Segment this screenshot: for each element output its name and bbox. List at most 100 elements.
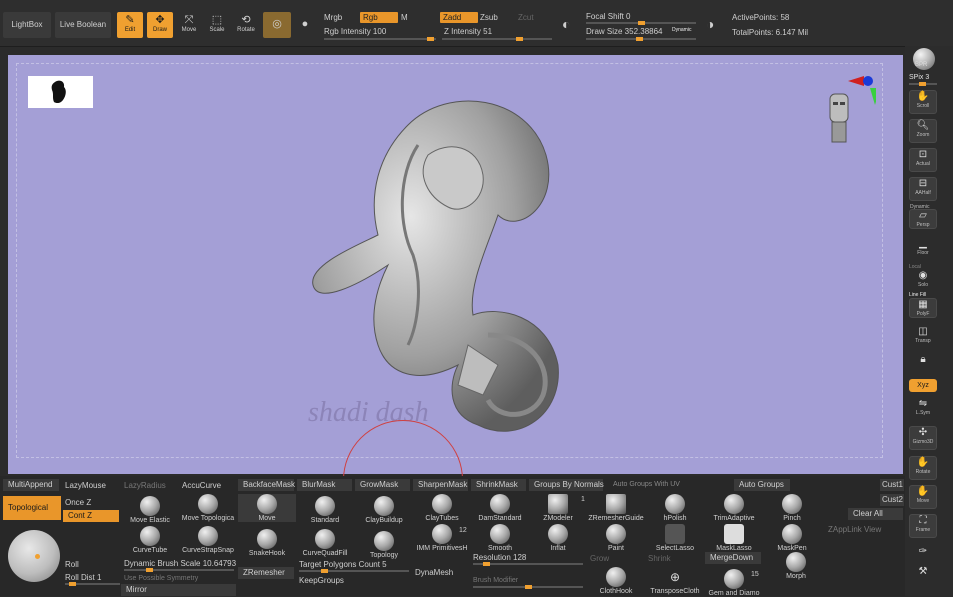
- brush-gem-and-diamond[interactable]: Gem and Diamo: [705, 569, 763, 597]
- lock-button[interactable]: 🔒︎: [909, 354, 937, 372]
- cont-z-toggle[interactable]: Cont Z: [63, 510, 119, 522]
- actual-button[interactable]: ⊡ Actual: [909, 148, 937, 172]
- rgb-intensity-slider[interactable]: [324, 37, 436, 41]
- move-mode-button[interactable]: ⤧ Move: [177, 12, 201, 38]
- tools-button[interactable]: ⚒: [909, 566, 937, 582]
- solo-button[interactable]: ◉ Solo: [909, 270, 937, 290]
- brush-selectlasso[interactable]: SelectLasso: [646, 524, 704, 552]
- groups-by-normals-button[interactable]: Groups By Normals: [529, 479, 604, 491]
- brush-curvetube[interactable]: CurveTube: [121, 526, 179, 554]
- spix-setting[interactable]: SPix 3: [909, 74, 929, 81]
- mirror-button[interactable]: Mirror: [121, 584, 236, 596]
- transp-button[interactable]: ◫ Transp: [909, 326, 937, 346]
- resolution-slider[interactable]: [473, 562, 583, 566]
- navigation-thumbnail[interactable]: [28, 76, 93, 108]
- brush-pinch[interactable]: Pinch: [763, 494, 821, 522]
- brush-claytubes[interactable]: ClayTubes: [413, 494, 471, 522]
- brush-move-elastic[interactable]: Move Elastic: [121, 496, 179, 524]
- auto-groups-button[interactable]: Auto Groups: [734, 479, 790, 491]
- canvas-viewport[interactable]: shadi dash: [8, 55, 903, 540]
- brush-claybuildup[interactable]: ClayBuildup: [355, 496, 413, 524]
- scroll-button[interactable]: ✋ Scroll: [909, 90, 937, 114]
- brush-maskpen[interactable]: MaskPen: [763, 524, 821, 552]
- xyz-symmetry-button[interactable]: Xyz: [909, 379, 937, 392]
- brush-inflat[interactable]: Inflat: [529, 524, 587, 552]
- floor-button[interactable]: ▁ Floor: [909, 238, 937, 260]
- topological-toggle[interactable]: Topological: [3, 496, 61, 520]
- m-button[interactable]: M: [401, 13, 408, 22]
- zoom-button[interactable]: 🔍︎ Zoom: [909, 119, 937, 143]
- zremesher-button[interactable]: ZRemesher: [238, 567, 294, 579]
- zsub-button[interactable]: Zsub: [480, 13, 498, 22]
- shrinkmask-button[interactable]: ShrinkMask: [471, 479, 526, 491]
- spix-slider[interactable]: [909, 82, 937, 86]
- brush-masklasso[interactable]: MaskLasso: [705, 524, 763, 552]
- brush-zmodeler[interactable]: ZModeler: [529, 494, 587, 522]
- zadd-button[interactable]: Zadd: [440, 12, 478, 23]
- lsym-button[interactable]: ⇋ L.Sym: [909, 398, 937, 418]
- brush-move-topological[interactable]: Move Topologica: [179, 494, 237, 522]
- aahalf-button[interactable]: ⊟ AAHalf: [909, 177, 937, 201]
- scale-mode-button[interactable]: ⬚ Scale: [205, 12, 229, 38]
- brush-morph[interactable]: Morph: [767, 552, 825, 580]
- orientation-head[interactable]: [826, 92, 852, 148]
- brush-topology[interactable]: Topology: [355, 531, 413, 559]
- brush-paint[interactable]: Paint: [587, 524, 645, 552]
- once-z-toggle[interactable]: Once Z: [65, 498, 91, 507]
- brush-clothhook[interactable]: ClothHook: [587, 567, 645, 595]
- live-boolean-button[interactable]: Live Boolean: [55, 12, 111, 38]
- shrink-button[interactable]: Shrink: [648, 554, 671, 563]
- dynamic-toggle[interactable]: Dynamic: [672, 27, 691, 33]
- brush-zremesherguide[interactable]: ZRemesherGuide: [587, 494, 645, 522]
- move-view-button[interactable]: ✋ Move: [909, 485, 937, 509]
- zcut-button[interactable]: Zcut: [518, 13, 534, 22]
- lightbox-button[interactable]: LightBox: [3, 12, 51, 38]
- material-button[interactable]: ◎: [263, 12, 291, 38]
- cust1-button[interactable]: Cust1: [880, 479, 904, 491]
- polyf-button[interactable]: ▦ PolyF: [909, 298, 937, 318]
- brush-imm-primitives[interactable]: IMM PrimitivesH: [413, 524, 471, 552]
- brush-curvestrapsnap[interactable]: CurveStrapSnap: [179, 526, 237, 554]
- brush-snakehook[interactable]: SnakeHook: [238, 529, 296, 557]
- clear-all-button[interactable]: Clear All: [848, 508, 903, 520]
- brush-damstandard[interactable]: DamStandard: [471, 494, 529, 522]
- texture-button[interactable]: ●: [295, 12, 315, 38]
- persp-button[interactable]: ▱ Persp: [909, 209, 937, 229]
- sculpt-model[interactable]: [298, 85, 588, 445]
- dynamesh-button[interactable]: DynaMesh: [415, 568, 453, 577]
- growmask-button[interactable]: GrowMask: [355, 479, 410, 491]
- rgb-button[interactable]: Rgb: [360, 12, 398, 23]
- frame-button[interactable]: ⛶ Frame: [909, 514, 937, 538]
- gizmo3d-button[interactable]: ✣ Gizmo3D: [909, 426, 937, 450]
- brush-standard[interactable]: Standard: [296, 496, 354, 524]
- draw-size-slider[interactable]: [586, 37, 696, 41]
- brush-smooth[interactable]: Smooth: [471, 524, 529, 552]
- lazyradius-setting[interactable]: LazyRadius: [124, 481, 166, 490]
- blurmask-button[interactable]: BlurMask: [297, 479, 352, 491]
- brush-hpolish[interactable]: hPolish: [646, 494, 704, 522]
- sharpenmask-button[interactable]: SharpenMask: [413, 479, 468, 491]
- mrgb-button[interactable]: Mrgb: [324, 13, 342, 22]
- roll-dist-slider[interactable]: [65, 582, 120, 586]
- rotate-view-button[interactable]: ✋ Rotate: [909, 456, 937, 480]
- cust2-button[interactable]: Cust2: [880, 494, 904, 506]
- target-polygons-slider[interactable]: [299, 569, 409, 573]
- lazymouse-toggle[interactable]: LazyMouse: [65, 481, 106, 490]
- keepgroups-toggle[interactable]: KeepGroups: [299, 576, 344, 585]
- zapplink-view-button[interactable]: ZAppLink View: [828, 525, 881, 534]
- brush-trimadaptive[interactable]: TrimAdaptive: [705, 494, 763, 522]
- eyedropper-button[interactable]: ✑: [909, 546, 937, 562]
- use-possible-symmetry-button[interactable]: Use Possible Symmetry: [124, 575, 198, 582]
- rotate-mode-button[interactable]: ⟲ Rotate: [233, 12, 259, 38]
- draw-button[interactable]: ✥ Draw: [147, 12, 173, 38]
- z-intensity-slider[interactable]: [442, 37, 552, 41]
- multiappend-button[interactable]: MultiAppend: [3, 479, 59, 491]
- brush-transposecloth[interactable]: ⊕ TransposeCloth: [646, 567, 704, 595]
- backfacemask-toggle[interactable]: BackfaceMask: [238, 479, 295, 491]
- brush-curvequadfill[interactable]: CurveQuadFill: [296, 529, 354, 557]
- mergedown-button[interactable]: MergeDown: [705, 552, 761, 564]
- focal-shift-slider[interactable]: [586, 21, 696, 25]
- brush-modifier-slider[interactable]: [473, 585, 583, 589]
- dynamic-brush-scale-slider[interactable]: [124, 568, 234, 572]
- accucurve-toggle[interactable]: AccuCurve: [182, 481, 221, 490]
